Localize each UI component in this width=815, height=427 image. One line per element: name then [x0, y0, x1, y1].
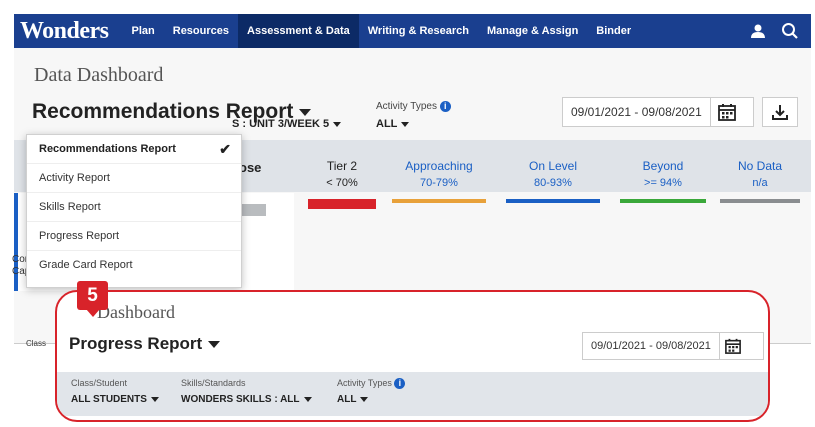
- card-text: ose: [239, 160, 262, 175]
- activity-types-label-text: Activity Types: [376, 101, 437, 113]
- menu-item-label: Progress Report: [39, 230, 120, 242]
- chevron-down-icon: [333, 121, 342, 127]
- menu-item-label: Activity Report: [39, 172, 110, 184]
- progress-report-selector[interactable]: Progress Report: [69, 334, 221, 354]
- tier-no-data: No Data n/a: [720, 159, 800, 203]
- class-student-value: ALL STUDENTS: [71, 394, 147, 405]
- tier-name: Approaching: [405, 159, 473, 173]
- tier-name: Tier 2: [326, 159, 358, 173]
- tier-beyond: Beyond >= 94%: [620, 159, 706, 203]
- chevron-down-icon: [150, 396, 159, 402]
- menu-item-grade-card-report[interactable]: Grade Card Report: [27, 251, 241, 280]
- tier-range: n/a: [752, 177, 768, 189]
- skills-filter-value: S : UNIT 3/WEEK 5: [232, 118, 330, 130]
- menu-item-label: Skills Report: [39, 201, 101, 213]
- chevron-down-icon: [401, 121, 410, 127]
- tier-bar: [308, 199, 376, 209]
- step-badge-pointer: [86, 309, 100, 317]
- tier-range: 80-93%: [534, 177, 572, 189]
- tier-on-level: On Level 80-93%: [506, 159, 600, 203]
- zoom-callout: Dashboard Progress Report 09/01/2021 - 0…: [55, 290, 770, 422]
- date-range: 09/01/2021 - 09/08/2021: [571, 105, 702, 119]
- menu-item-progress-report[interactable]: Progress Report: [27, 222, 241, 251]
- tier-range: < 70%: [326, 177, 358, 189]
- tier-bar: [506, 199, 600, 203]
- date-range-picker[interactable]: 09/01/2021 - 09/08/2021: [562, 97, 754, 127]
- progress-report-title: Progress Report: [69, 334, 203, 353]
- chevron-down-icon: [299, 108, 312, 116]
- chevron-down-icon: [360, 396, 369, 402]
- report-dropdown-menu: Recommendations Report ✔ Activity Report …: [26, 134, 242, 288]
- class-student-filter[interactable]: ALL STUDENTS: [71, 394, 159, 405]
- zoom-activity-types-label-text: Activity Types: [337, 378, 392, 388]
- wonders-logo[interactable]: Wonders: [20, 18, 109, 45]
- search-icon[interactable]: [779, 20, 801, 42]
- info-icon[interactable]: i: [394, 378, 406, 390]
- tier-range: 70-79%: [420, 177, 458, 189]
- zoom-activity-types-filter[interactable]: ALL: [337, 394, 369, 405]
- calendar-icon[interactable]: [709, 98, 744, 126]
- skills-standards-label: Skills/Standards: [181, 378, 246, 388]
- zoom-page-title: Dashboard: [97, 302, 175, 322]
- tier-2: Tier 2 < 70%: [308, 159, 376, 209]
- zoom-activity-types-value: ALL: [337, 394, 357, 405]
- menu-item-skills-report[interactable]: Skills Report: [27, 193, 241, 222]
- tier-range: >= 94%: [644, 177, 682, 189]
- menu-item-label: Grade Card Report: [39, 259, 133, 271]
- tier-approaching: Approaching 70-79%: [392, 159, 486, 203]
- activity-types-filter[interactable]: ALL: [376, 118, 410, 130]
- class-student-label: Class/Student: [71, 378, 128, 388]
- tier-bar: [720, 199, 800, 203]
- download-icon: [772, 105, 788, 120]
- tier-bar: [620, 199, 706, 203]
- calendar-icon[interactable]: [718, 333, 747, 359]
- nav-writing-research[interactable]: Writing & Research: [359, 14, 478, 48]
- skills-standards-filter[interactable]: WONDERS SKILLS : ALL: [181, 394, 312, 405]
- activity-types-value: ALL: [376, 118, 398, 130]
- tier-name: No Data: [737, 159, 783, 173]
- step-badge: 5: [77, 281, 108, 310]
- activity-types-label: Activity Types i: [376, 101, 451, 112]
- menu-item-activity-report[interactable]: Activity Report: [27, 164, 241, 193]
- nav-assessment-data[interactable]: Assessment & Data: [238, 14, 359, 48]
- nav-plan[interactable]: Plan: [123, 14, 164, 48]
- tier-name: Beyond: [642, 159, 684, 173]
- info-icon[interactable]: i: [439, 101, 451, 112]
- skills-standards-value: WONDERS SKILLS : ALL: [181, 394, 300, 405]
- page-title: Data Dashboard: [34, 64, 164, 86]
- skills-filter[interactable]: S : UNIT 3/WEEK 5: [232, 118, 342, 130]
- nav-manage-assign[interactable]: Manage & Assign: [478, 14, 587, 48]
- user-icon[interactable]: [747, 20, 769, 42]
- checkmark-icon: ✔: [219, 141, 231, 157]
- zoom-date-range-picker[interactable]: 09/01/2021 - 09/08/2021: [582, 332, 764, 360]
- tier-bar: [392, 199, 486, 203]
- nav-binder[interactable]: Binder: [587, 14, 640, 48]
- zoom-activity-types-label: Activity Types i: [337, 378, 406, 390]
- chevron-down-icon: [208, 341, 221, 349]
- tier-name: On Level: [528, 159, 578, 173]
- chevron-down-icon: [303, 396, 312, 402]
- menu-item-recommendations-report[interactable]: Recommendations Report ✔: [27, 135, 241, 164]
- menu-item-label: Recommendations Report: [39, 143, 176, 155]
- zoom-filter-bar: [57, 372, 768, 416]
- top-nav: Wonders Plan Resources Assessment & Data…: [14, 14, 811, 48]
- nav-resources[interactable]: Resources: [164, 14, 238, 48]
- side-text-line: Class: [26, 339, 47, 348]
- zoom-date-range: 09/01/2021 - 09/08/2021: [591, 340, 711, 352]
- download-button[interactable]: [762, 97, 798, 127]
